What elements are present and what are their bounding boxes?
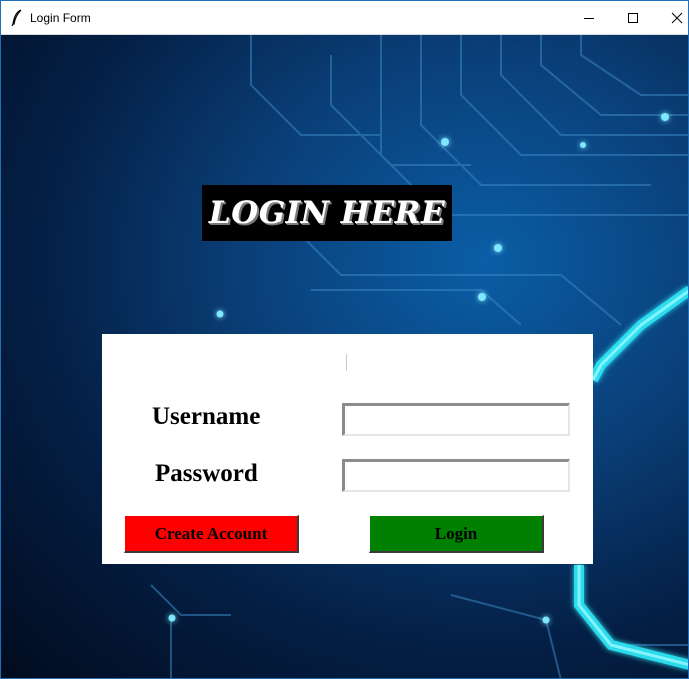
background-canvas: LOGIN HERE Username Password Create Acco…	[1, 35, 688, 678]
heading-banner: LOGIN HERE	[202, 185, 452, 241]
maximize-icon	[628, 12, 638, 23]
close-button[interactable]	[654, 1, 688, 34]
login-form-window: Login Form LOGIN HERE Username Password …	[0, 0, 689, 679]
password-label: Password	[155, 460, 258, 487]
minimize-icon	[584, 17, 594, 19]
password-input[interactable]	[342, 459, 570, 492]
window-title: Login Form	[30, 11, 91, 25]
close-icon	[671, 12, 683, 23]
divider-mark	[346, 354, 347, 371]
maximize-button[interactable]	[610, 1, 656, 34]
login-button[interactable]: Login	[369, 515, 544, 553]
username-label: Username	[152, 403, 261, 430]
feather-icon	[10, 9, 24, 27]
username-input[interactable]	[342, 403, 570, 436]
minimize-button[interactable]	[566, 1, 612, 34]
title-bar[interactable]: Login Form	[1, 1, 688, 35]
login-panel: Username Password Create Account Login	[102, 334, 593, 564]
create-account-button[interactable]: Create Account	[124, 515, 299, 553]
login-heading: LOGIN HERE	[208, 195, 446, 231]
